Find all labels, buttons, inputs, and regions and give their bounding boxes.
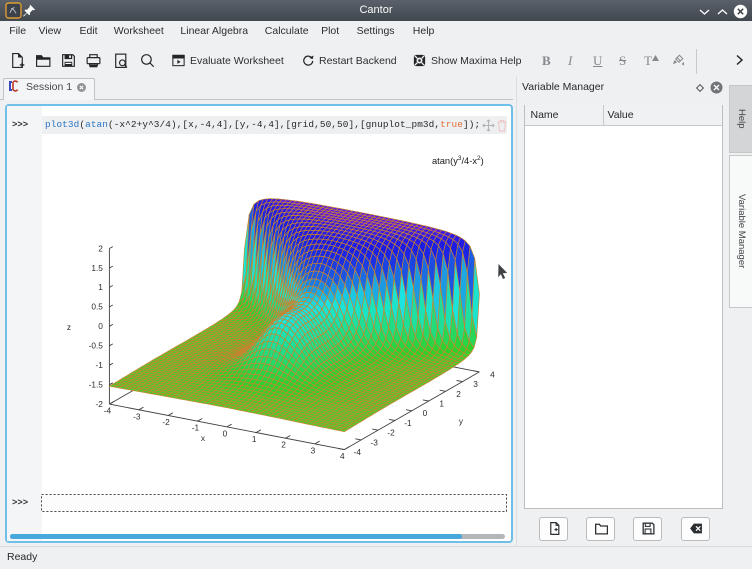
svg-text:1: 1	[98, 282, 103, 292]
svg-text:1: 1	[439, 399, 444, 409]
svg-text:3: 3	[473, 379, 478, 389]
svg-text:1: 1	[252, 434, 257, 444]
svg-text:z: z	[67, 322, 71, 332]
svg-text:0: 0	[423, 408, 428, 418]
svg-text:-1: -1	[96, 360, 104, 370]
svg-text:3: 3	[311, 445, 316, 455]
svg-text:2: 2	[98, 243, 103, 253]
svg-text:0.5: 0.5	[91, 302, 103, 312]
svg-text:-2: -2	[162, 417, 170, 427]
svg-text:2: 2	[281, 440, 286, 450]
svg-text:y: y	[459, 416, 464, 426]
svg-text:-3: -3	[371, 437, 379, 447]
svg-text:0: 0	[98, 321, 103, 331]
svg-text:4: 4	[490, 369, 495, 379]
svg-text:-1: -1	[404, 418, 412, 428]
svg-text:4: 4	[340, 451, 345, 461]
svg-text:-3: -3	[133, 411, 141, 421]
svg-text:x: x	[201, 433, 206, 443]
svg-text:-4: -4	[354, 447, 362, 457]
svg-text:-2: -2	[96, 399, 104, 409]
svg-text:0: 0	[223, 428, 228, 438]
svg-text:-4: -4	[104, 406, 112, 416]
svg-text:-1.5: -1.5	[89, 380, 104, 390]
svg-text:-2: -2	[387, 428, 395, 438]
svg-text:2: 2	[456, 389, 461, 399]
svg-text:-1: -1	[192, 423, 200, 433]
svg-text:1.5: 1.5	[91, 263, 103, 273]
svg-text:-0.5: -0.5	[89, 341, 104, 351]
